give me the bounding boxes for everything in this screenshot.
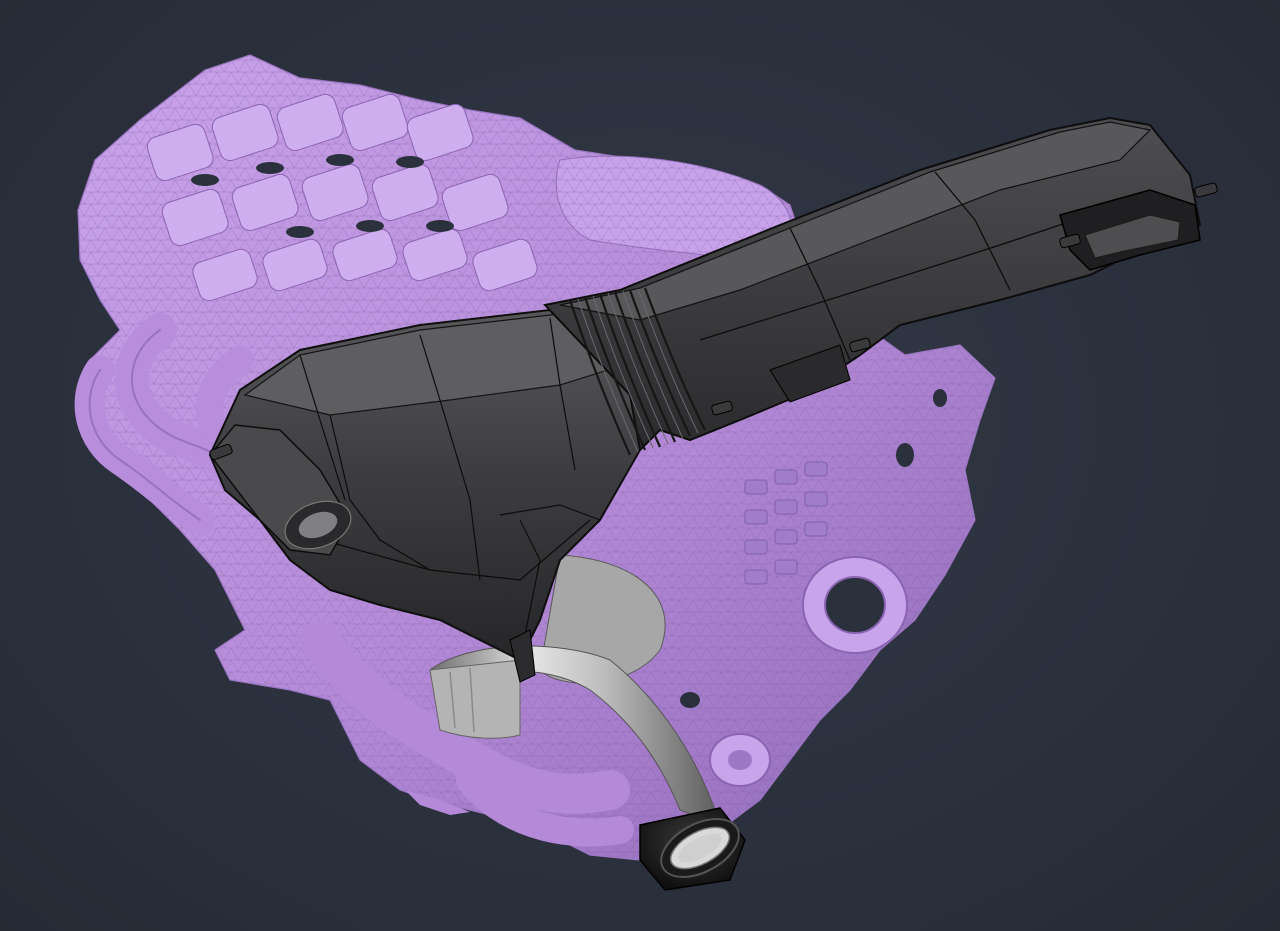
model-scene[interactable]: [0, 0, 1280, 931]
3d-viewport[interactable]: [0, 0, 1280, 931]
